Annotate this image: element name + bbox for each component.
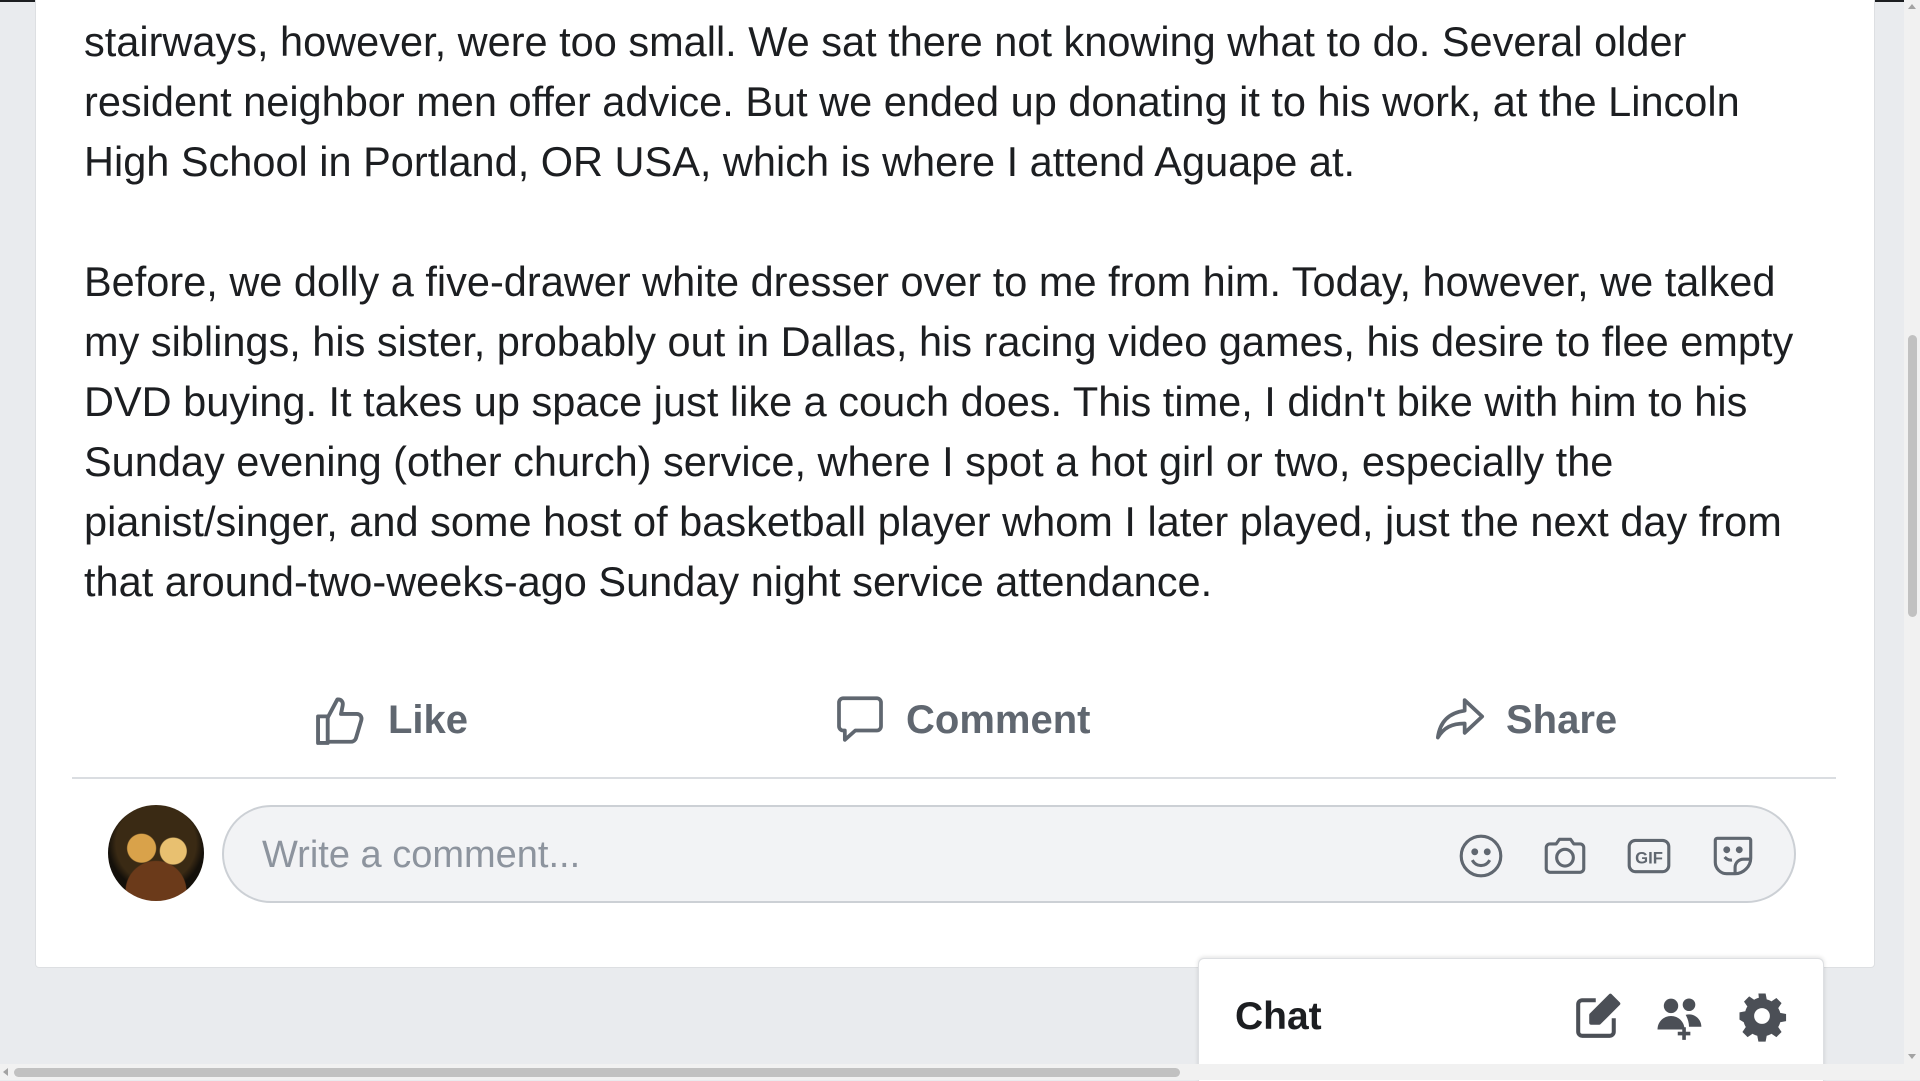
post-actions: Like Comment Share — [72, 680, 1836, 780]
comment-button[interactable]: Comment — [832, 680, 1090, 760]
comment-bubble-icon — [837, 696, 883, 742]
share-arrow-icon — [1435, 698, 1485, 740]
scroll-down-arrow-icon[interactable] — [1908, 1054, 1916, 1059]
post-paragraph: stairways, however, were too small. We s… — [84, 18, 1740, 185]
horizontal-scroll-thumb[interactable] — [14, 1068, 1180, 1077]
emoji-icon[interactable] — [1456, 831, 1506, 881]
new-message-icon[interactable] — [1571, 989, 1625, 1043]
scroll-left-arrow-icon[interactable] — [3, 1068, 8, 1076]
comment-label: Comment — [906, 697, 1091, 742]
camera-icon[interactable] — [1540, 831, 1590, 881]
vertical-scroll-thumb[interactable] — [1908, 335, 1917, 617]
settings-gear-icon[interactable] — [1735, 989, 1789, 1043]
comment-box: GIF — [222, 805, 1796, 903]
share-button[interactable]: Share — [1432, 680, 1617, 760]
gif-icon[interactable]: GIF — [1624, 831, 1674, 881]
scroll-up-arrow-icon[interactable] — [1908, 4, 1916, 9]
share-label: Share — [1506, 697, 1618, 742]
avatar[interactable] — [108, 805, 204, 901]
svg-text:GIF: GIF — [1635, 849, 1663, 868]
comment-input[interactable] — [260, 825, 1364, 885]
vertical-scrollbar[interactable] — [1904, 0, 1920, 1064]
chat-title: Chat — [1235, 995, 1322, 1038]
like-label: Like — [388, 697, 469, 742]
thumbs-up-icon — [316, 697, 364, 745]
create-group-icon[interactable] — [1653, 989, 1707, 1043]
post-body: stairways, however, were too small. We s… — [84, 12, 1834, 672]
divider — [72, 777, 1836, 779]
chat-bar[interactable]: Chat — [1198, 958, 1824, 1081]
sticker-icon[interactable] — [1708, 831, 1758, 881]
like-button[interactable]: Like — [312, 680, 468, 760]
post-paragraph: Before, we dolly a five-drawer white dre… — [84, 258, 1794, 605]
horizontal-scrollbar[interactable] — [0, 1064, 1920, 1080]
